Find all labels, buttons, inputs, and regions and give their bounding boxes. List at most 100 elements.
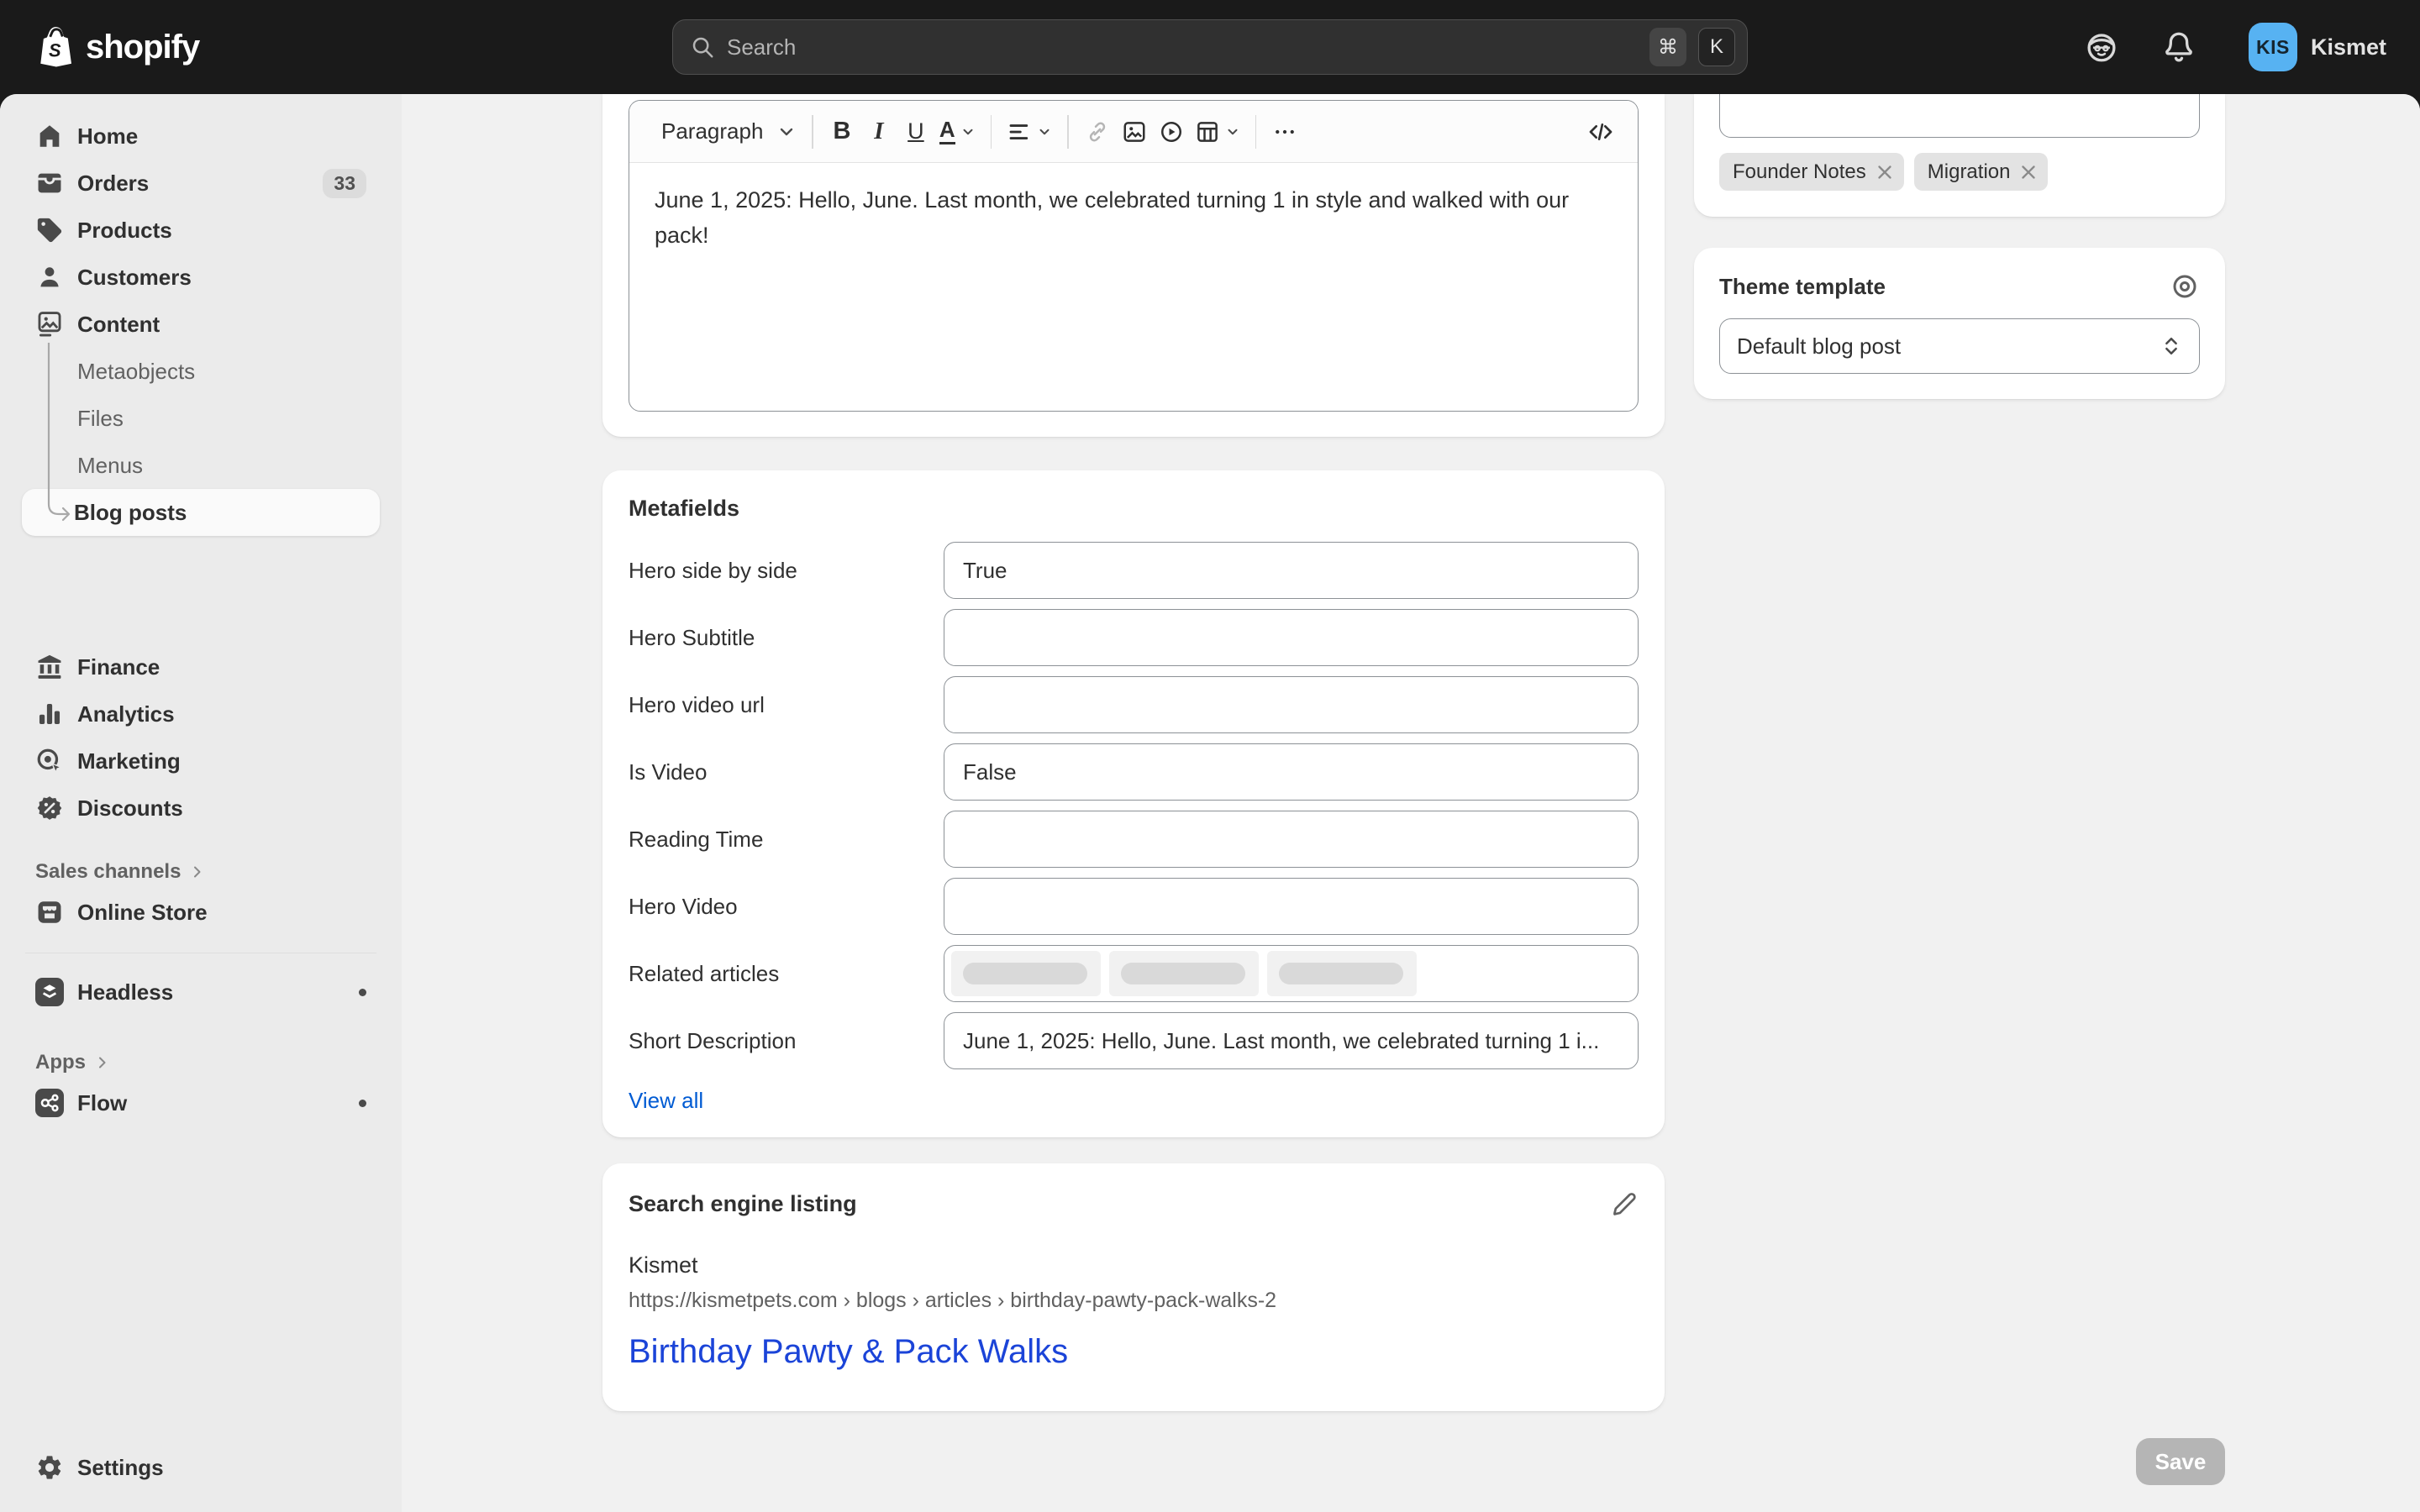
insert-table-dropdown[interactable] [1190,112,1245,152]
customers-icon [35,263,64,291]
save-button[interactable]: Save [2136,1438,2225,1485]
sidebar-item-analytics[interactable]: Analytics [22,690,380,738]
insert-image-button[interactable] [1116,112,1153,152]
sidebar-item-label: Online Store [77,900,208,926]
metafield-input-reading-time[interactable] [944,811,1639,868]
flow-app-icon [35,1089,64,1117]
paragraph-style-dropdown[interactable]: Paragraph [648,112,802,152]
edit-pencil-icon[interactable] [1608,1189,1639,1219]
sidebar-item-metaobjects[interactable]: Metaobjects [22,348,380,395]
sidebar-item-label: Products [77,218,172,244]
code-view-button[interactable] [1582,112,1619,152]
sidebar-item-label: Content [77,312,160,338]
bold-button[interactable]: B [823,112,860,152]
notifications-bell-icon[interactable] [2161,29,2196,65]
rich-text-editor: Paragraph B I U A [629,100,1639,412]
analytics-bars-icon [35,700,64,728]
apps-header[interactable]: Apps [22,1046,380,1079]
metafields-card: Metafields Hero side by side True Hero S… [602,470,1665,1137]
underline-button[interactable]: U [897,112,934,152]
shopify-logo[interactable]: S shopify [34,24,199,71]
metafield-row: Hero side by side True [629,542,1639,599]
sidebar-item-label: Metaobjects [77,359,195,385]
sidebar-item-headless[interactable]: Headless [22,969,380,1016]
view-all-link[interactable]: View all [629,1088,703,1114]
editor-content-area[interactable]: June 1, 2025: Hello, June. Last month, w… [629,163,1629,274]
text-color-dropdown[interactable]: A [934,112,981,152]
sidebar-item-label: Menus [77,453,143,479]
metafield-row: Hero Video [629,878,1639,935]
metafield-input-hero-video[interactable] [944,878,1639,935]
metafield-row: Hero video url [629,676,1639,733]
metafield-input-is-video[interactable]: False [944,743,1639,801]
remove-tag-icon[interactable] [1874,161,1896,183]
sidebar-item-flow[interactable]: Flow [22,1079,380,1126]
sidekick-icon[interactable] [2084,29,2119,65]
seo-listing-card: Search engine listing Kismet https://kis… [602,1163,1665,1411]
sidebar-item-marketing[interactable]: Marketing [22,738,380,785]
metafield-input-hero-subtitle[interactable] [944,609,1639,666]
align-text-icon [1007,119,1032,144]
tags-card: Founder Notes Migration [1694,94,2225,217]
sidebar-item-finance[interactable]: Finance [22,643,380,690]
marketing-target-icon [35,747,64,775]
orders-icon [35,169,64,197]
alignment-dropdown[interactable] [1002,112,1057,152]
seo-page-title-link[interactable]: Birthday Pawty & Pack Walks [629,1333,1639,1371]
notification-dot [359,989,366,996]
home-icon [35,122,64,150]
sidebar-item-discounts[interactable]: Discounts [22,785,380,832]
sidebar-item-files[interactable]: Files [22,395,380,442]
sidebar: Home Orders 33 Products Customers [0,94,402,1512]
toolbar-divider [991,115,992,149]
tags-input[interactable] [1719,94,2200,138]
skeleton-chip [1109,951,1259,996]
toolbar-divider [1255,115,1257,149]
insert-link-button[interactable] [1079,112,1116,152]
cmd-keycap: ⌘ [1649,28,1686,66]
metafield-input-hero-side-by-side[interactable]: True [944,542,1639,599]
theme-template-select[interactable]: Default blog post [1719,318,2200,374]
app-frame: Home Orders 33 Products Customers [0,94,2420,1512]
more-options-button[interactable] [1266,112,1303,152]
chevron-right-icon [189,864,206,880]
metafield-input-hero-video-url[interactable] [944,676,1639,733]
view-icon[interactable] [2170,271,2200,302]
sidebar-item-content[interactable]: Content [22,301,380,348]
toolbar-divider [812,115,813,149]
theme-template-card: Theme template Default blog post [1694,248,2225,399]
sidebar-item-label: Files [77,406,124,432]
products-tag-icon [35,216,64,244]
shopify-wordmark: shopify [86,29,199,66]
chevron-down-icon [776,122,797,142]
remove-tag-icon[interactable] [2018,161,2039,183]
sidebar-item-settings[interactable]: Settings [22,1444,380,1491]
sidebar-item-label: Finance [77,654,160,680]
finance-bank-icon [35,653,64,681]
global-search-input[interactable]: Search ⌘ K [672,19,1748,75]
seo-title: Search engine listing [629,1191,857,1217]
skeleton-chip [951,951,1101,996]
metafield-input-short-description[interactable]: June 1, 2025: Hello, June. Last month, w… [944,1012,1639,1069]
sidebar-item-orders[interactable]: Orders 33 [22,160,380,207]
sidebar-item-online-store[interactable]: Online Store [22,889,380,936]
insert-video-button[interactable] [1153,112,1190,152]
notification-dot [359,1100,366,1107]
italic-button[interactable]: I [860,112,897,152]
sidebar-item-home[interactable]: Home [22,113,380,160]
sidebar-item-customers[interactable]: Customers [22,254,380,301]
metafield-row: Is Video False [629,743,1639,801]
metafield-input-related-articles[interactable] [944,945,1639,1002]
sidebar-item-label: Flow [77,1090,127,1116]
sidebar-item-menus[interactable]: Menus [22,442,380,489]
sidebar-item-label: Marketing [77,748,181,774]
theme-template-title: Theme template [1719,274,1886,300]
discounts-badge-icon [35,794,64,822]
metafields-title: Metafields [629,496,1639,522]
metafield-row: Short Description June 1, 2025: Hello, J… [629,1012,1639,1069]
store-menu[interactable]: KIS Kismet [2249,23,2386,71]
sidebar-item-blog-posts[interactable]: Blog posts [22,489,380,536]
sidebar-item-products[interactable]: Products [22,207,380,254]
sidebar-item-label: Orders [77,171,149,197]
sales-channels-header[interactable]: Sales channels [22,855,380,889]
